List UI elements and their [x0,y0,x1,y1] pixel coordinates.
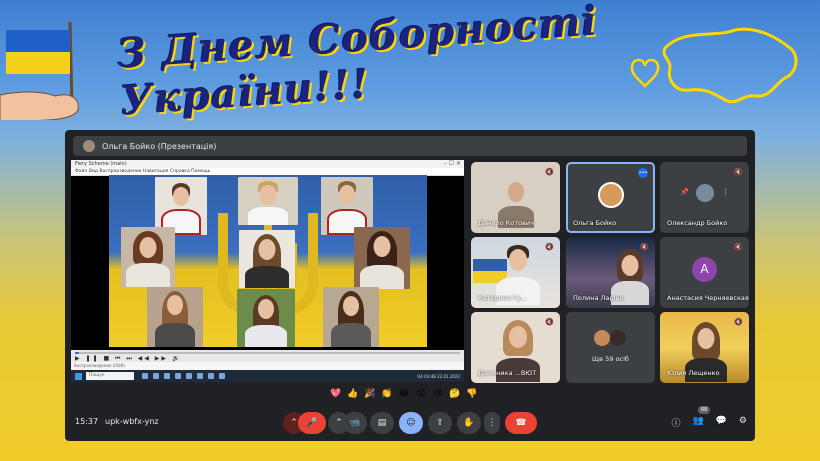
participant-count-badge: 68 [698,406,711,414]
mic-off-icon: 🔇 [734,168,743,176]
player-status: Воспроизведение (0/88) [71,362,464,370]
app-icon[interactable] [142,373,148,379]
participant-name: Ольга Бойко [573,219,617,227]
app-icon[interactable] [175,373,181,379]
singer-thumbnail [237,289,295,347]
player-titlebar: Fiery Scheme (main) – ☐ ✕ [71,160,464,168]
shared-screen[interactable]: Fiery Scheme (main) – ☐ ✕ Файл Вид Воспр… [71,160,464,382]
participant-name: Олександр Бойко [667,219,728,227]
participant-tile[interactable]: 🔇 Юлия Лещенко [660,312,749,383]
player-controls: ▶ ❚❚ ■ ⏮ ⏭ ◀◀ ▶▶ 🔊 [71,350,464,362]
player-window-title: Fiery Scheme (main) [75,161,127,167]
reaction-thumbs-up-icon[interactable]: 👍 [347,389,359,399]
taskbar-search[interactable]: Пошук [86,372,134,380]
participant-tile[interactable]: 📌 ⋮ 🔇 Олександр Бойко [660,162,749,233]
mic-off-icon: 🔇 [545,168,554,176]
app-icon[interactable] [219,373,225,379]
avatar [598,182,624,208]
ukraine-map-heart-icon [630,27,798,104]
camera-toggle-button[interactable]: 📹 [343,412,367,434]
participant-name: Катерина Гу... [478,294,528,302]
participant-tile[interactable]: 🔇 Полина Ларіна [566,237,655,308]
more-participants-label: Ще 59 осіб [592,355,629,363]
pin-icon[interactable]: 📌 [680,188,689,196]
singer-thumbnail [239,230,295,288]
app-icon[interactable] [208,373,214,379]
participant-name: Доминика ...ВЮТ [478,369,537,377]
reaction-thinking-icon[interactable]: 🤔 [449,389,461,399]
avatar [610,330,626,346]
meeting-code: upk-wbfx-ynz [105,417,159,426]
taskbar-app-icons [142,373,225,379]
mic-off-icon: 🔇 [545,318,554,326]
participant-tile[interactable]: А 🔇 Анастасия Черняевская [660,237,749,308]
more-options-button[interactable]: ⋮ [484,412,500,434]
video-frame [109,175,427,347]
reaction-laugh-icon[interactable]: 😂 [398,389,410,399]
presenter-label: Ольга Бойко (Презентація) [102,141,217,151]
emoji-reactions-button[interactable]: ☺ [399,412,423,434]
speaking-indicator-icon: ••• [638,168,648,178]
seek-bar[interactable] [75,352,460,354]
mic-off-icon: 🔇 [640,243,649,251]
reaction-sad-icon[interactable]: 😢 [432,389,444,399]
windows-taskbar: Пошук UA 03:48 22.01.2022 [71,370,464,382]
present-screen-button[interactable]: ⇪ [428,412,452,434]
participant-tile[interactable]: 🔇 Доминика ...ВЮТ [471,312,560,383]
meeting-info-icon[interactable]: ⓘ [671,416,680,429]
leave-call-button[interactable]: ☎ [505,412,537,434]
participant-name: Юлия Лещенко [667,369,720,377]
captions-button[interactable]: ▤ [370,412,394,434]
reaction-clap-icon[interactable]: 👏 [381,389,393,399]
meeting-time: 15:37 [75,417,99,426]
singer-thumbnail [238,177,298,225]
participant-tile[interactable]: ••• Ольга Бойко [566,162,655,233]
reaction-thumbs-down-icon[interactable]: 👎 [466,389,478,399]
participant-tile[interactable]: Ще 59 осіб [566,312,655,383]
window-controls-icon: – ☐ ✕ [443,160,461,167]
windows-start-icon[interactable] [75,372,82,380]
more-options-icon[interactable]: ⋮ [722,188,729,196]
reaction-heart-icon[interactable]: 💖 [330,389,342,399]
participant-name: Данило Котович [478,219,534,227]
app-icon[interactable] [164,373,170,379]
mic-off-icon: 🔇 [545,243,554,251]
reaction-surprised-icon[interactable]: 😮 [415,389,427,399]
flag-in-hand-icon [0,21,79,120]
singer-thumbnail [354,227,410,289]
singer-thumbnail [323,287,379,347]
participant-name: Полина Ларіна [573,294,624,302]
app-icon[interactable] [153,373,159,379]
raise-hand-button[interactable]: ✋ [457,412,481,434]
people-icon[interactable]: 👥 [692,416,703,429]
mic-off-icon: 🔇 [734,243,743,251]
avatar: А [692,257,717,282]
participant-name: Анастасия Черняевская [667,294,749,302]
singer-thumbnail [147,287,203,347]
mic-toggle-button[interactable]: 🎤 [298,412,326,434]
singer-thumbnail [121,227,175,287]
presenter-bar: Ольга Бойко (Презентація) [73,136,747,156]
system-tray: UA 03:48 22.01.2022 [417,373,460,379]
meeting-control-bar: 15:37 upk-wbfx-ynz ⌃ 🎤 ⌃ 📹 ▤ ☺ ⇪ ✋ ⋮ ☎ 6… [65,406,755,441]
activities-icon[interactable]: ⚙ [739,416,747,429]
app-icon[interactable] [186,373,192,379]
chat-icon[interactable]: 💬 [716,416,727,429]
avatar [696,184,714,202]
seek-bar-fill [75,352,79,354]
mic-off-icon: 🔇 [734,318,743,326]
google-meet-window: Ольга Бойко (Презентація) Fiery Scheme (… [65,130,755,441]
reactions-bar: 💖 👍 🎉 👏 😂 😮 😢 🤔 👎 [330,389,478,399]
avatar [594,330,610,346]
presenter-avatar [83,140,95,152]
participant-tile[interactable]: 🔇 Данило Котович [471,162,560,233]
participant-tile[interactable]: 🔇 Катерина Гу... [471,237,560,308]
reaction-party-icon[interactable]: 🎉 [364,389,376,399]
app-icon[interactable] [197,373,203,379]
side-panel-buttons: ⓘ 👥 💬 ⚙ [671,416,747,429]
